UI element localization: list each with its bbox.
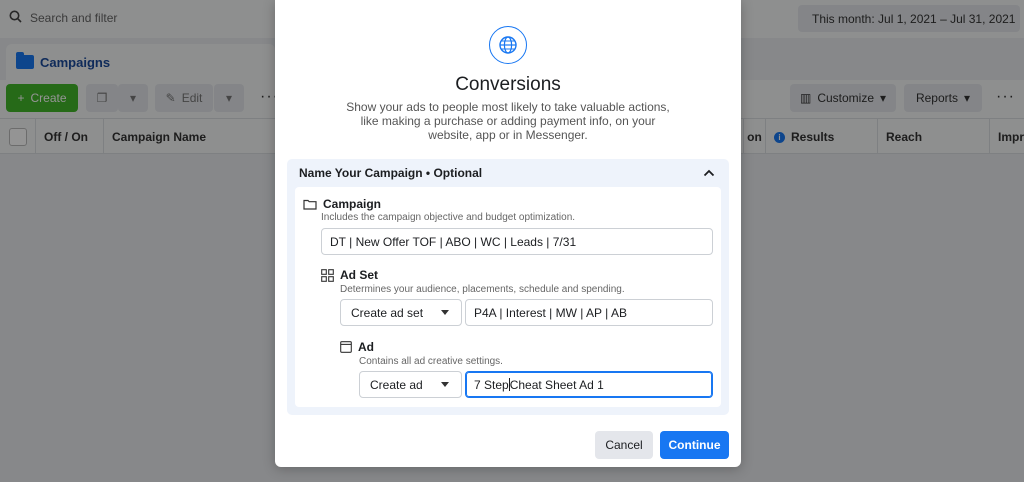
ad-level-title: Ad bbox=[340, 340, 374, 354]
adset-level-title: Ad Set bbox=[321, 268, 378, 282]
ad-select-value: Create ad bbox=[370, 377, 423, 392]
campaign-description: Includes the campaign objective and budg… bbox=[321, 212, 576, 223]
ad-name-text-before-caret: 7 Step bbox=[474, 377, 509, 392]
objective-icon-circle bbox=[489, 26, 527, 64]
conversions-dialog: Conversions Show your ads to people most… bbox=[275, 0, 741, 467]
section-header[interactable]: Name Your Campaign • Optional bbox=[287, 159, 729, 187]
caret-down-icon bbox=[441, 382, 449, 387]
campaign-name-input[interactable]: DT | New Offer TOF | ABO | WC | Leads | … bbox=[321, 228, 713, 255]
folder-outline-icon bbox=[303, 199, 317, 210]
campaign-label: Campaign bbox=[323, 197, 382, 211]
ad-description: Contains all ad creative settings. bbox=[359, 356, 503, 367]
adset-select-value: Create ad set bbox=[351, 305, 424, 320]
caret-down-icon bbox=[441, 310, 449, 315]
ad-select[interactable]: Create ad bbox=[359, 371, 462, 398]
name-campaign-section: Name Your Campaign • Optional Campaign I… bbox=[287, 159, 729, 415]
chevron-up-icon[interactable] bbox=[701, 165, 717, 181]
ad-window-icon bbox=[340, 341, 352, 353]
section-title: Name Your Campaign • Optional bbox=[299, 166, 483, 180]
ad-name-input[interactable]: 7 Step Cheat Sheet Ad 1 bbox=[465, 371, 713, 398]
section-body: Campaign Includes the campaign objective… bbox=[295, 187, 721, 407]
dialog-title: Conversions bbox=[455, 74, 561, 95]
ad-name-text-after-caret: Cheat Sheet Ad 1 bbox=[509, 377, 604, 392]
adset-name-input[interactable]: P4A | Interest | MW | AP | AB bbox=[465, 299, 713, 326]
adset-select[interactable]: Create ad set bbox=[340, 299, 462, 326]
adset-description: Determines your audience, placements, sc… bbox=[340, 284, 625, 295]
cancel-button[interactable]: Cancel bbox=[595, 431, 653, 459]
grid-icon bbox=[321, 268, 334, 282]
campaign-level-title: Campaign bbox=[303, 197, 381, 211]
dialog-description: Show your ads to people most likely to t… bbox=[346, 100, 670, 142]
adset-label: Ad Set bbox=[340, 268, 379, 282]
ad-label: Ad bbox=[358, 340, 374, 354]
continue-button[interactable]: Continue bbox=[660, 431, 729, 459]
globe-icon bbox=[499, 36, 517, 54]
